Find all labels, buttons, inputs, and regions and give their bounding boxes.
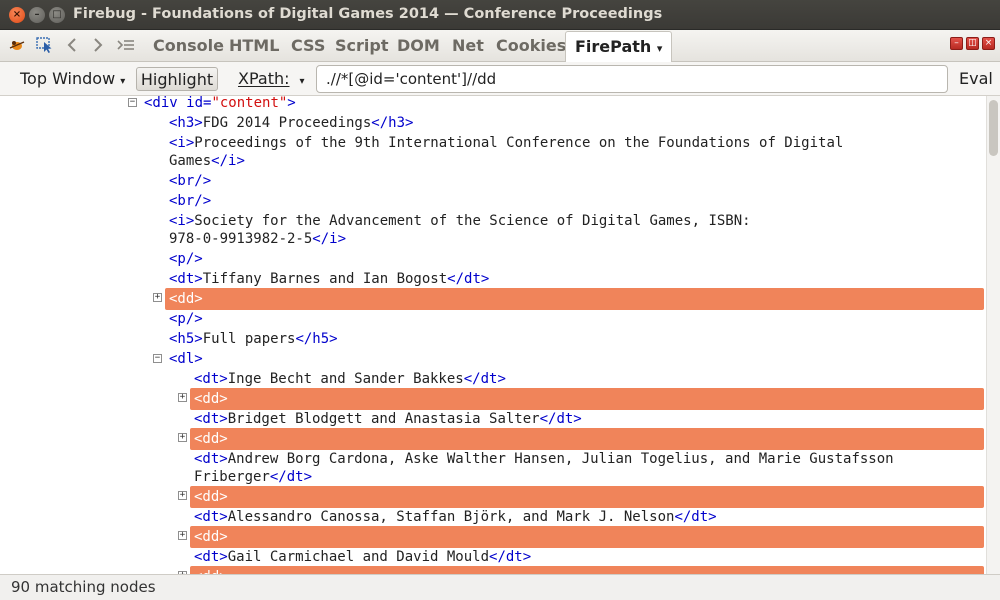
- window-titlebar: × – □ Firebug - Foundations of Digital G…: [0, 0, 1000, 30]
- minimize-firebug-icon[interactable]: –: [950, 37, 963, 50]
- vertical-scrollbar[interactable]: [986, 96, 1000, 574]
- tab-script[interactable]: Script: [335, 35, 388, 59]
- status-bar: 90 matching nodes: [0, 574, 1000, 600]
- chevron-down-icon: ▾: [656, 42, 663, 55]
- xpath-type-dropdown[interactable]: XPath: ▾: [238, 67, 305, 91]
- xpath-label: XPath:: [238, 69, 290, 88]
- expand-icon[interactable]: +: [178, 433, 187, 442]
- expand-icon[interactable]: +: [178, 531, 187, 540]
- tree-node-br[interactable]: <br/>: [169, 172, 211, 190]
- tree-node-dd-highlighted[interactable]: <dd>: [190, 428, 984, 450]
- expand-icon[interactable]: +: [178, 393, 187, 402]
- tree-node-dt[interactable]: <dt>Andrew Borg Cardona, Aske Walther Ha…: [194, 450, 894, 468]
- tree-node-dd-highlighted[interactable]: <dd>: [190, 388, 984, 410]
- xpath-input[interactable]: [316, 65, 948, 93]
- tree-node-dt-editors[interactable]: <dt>Tiffany Barnes and Ian Bogost</dt>: [169, 270, 489, 288]
- tree-node-dl[interactable]: <dl>: [169, 350, 203, 368]
- context-dropdown[interactable]: Top Window ▾: [20, 67, 125, 91]
- back-arrow-icon[interactable]: [64, 36, 80, 60]
- inspect-element-icon[interactable]: [36, 36, 54, 60]
- tab-net[interactable]: Net: [452, 35, 484, 59]
- firebug-toolbar: Console HTML CSS Script DOM Net Cookies …: [0, 30, 1000, 64]
- detach-firebug-icon[interactable]: ◫: [966, 37, 979, 50]
- collapse-icon[interactable]: −: [128, 98, 137, 107]
- tree-node-i-society-cont: 978-0-9913982-2-5</i>: [169, 231, 347, 247]
- tree-node-dt[interactable]: <dt>Bridget Blodgett and Anastasia Salte…: [194, 410, 582, 428]
- scrollbar-thumb[interactable]: [989, 100, 998, 156]
- window-maximize-button[interactable]: □: [49, 7, 65, 23]
- tab-css[interactable]: CSS: [291, 35, 325, 59]
- chevron-down-icon: ▾: [120, 76, 126, 87]
- command-line-icon[interactable]: [116, 36, 136, 60]
- tree-node-dd-highlighted[interactable]: <dd>: [190, 486, 984, 508]
- tree-node-dd-highlighted[interactable]: <dd>: [190, 526, 984, 548]
- tab-firepath-label: FirePath: [575, 37, 652, 56]
- tree-node-i-proceedings[interactable]: <i>Proceedings of the 9th International …: [169, 134, 843, 152]
- tree-node-dt[interactable]: <dt>Inge Becht and Sander Bakkes</dt>: [194, 370, 506, 388]
- firepath-toolbar: Top Window ▾ Highlight XPath: ▾ Eval: [0, 62, 1000, 96]
- tree-node-h3[interactable]: <h3>FDG 2014 Proceedings</h3>: [169, 114, 413, 132]
- tree-node-p[interactable]: <p/>: [169, 310, 203, 328]
- matching-nodes-count: 90 matching nodes: [11, 578, 156, 596]
- tree-node-dd-highlighted[interactable]: <dd>: [165, 288, 984, 310]
- collapse-icon[interactable]: −: [153, 354, 162, 363]
- dom-tree-panel[interactable]: − <div id="content"> <h3>FDG 2014 Procee…: [0, 96, 986, 574]
- tree-node-dt[interactable]: <dt>Gail Carmichael and David Mould</dt>: [194, 548, 531, 566]
- window-title: Firebug - Foundations of Digital Games 2…: [73, 6, 663, 22]
- tree-node-p[interactable]: <p/>: [169, 250, 203, 268]
- tab-cookies[interactable]: Cookies: [496, 35, 566, 59]
- tree-node-br[interactable]: <br/>: [169, 192, 211, 210]
- forward-arrow-icon[interactable]: [90, 36, 106, 60]
- tree-node-dt[interactable]: <dt>Alessandro Canossa, Staffan Björk, a…: [194, 508, 717, 526]
- tree-node-div-content[interactable]: <div id="content">: [144, 96, 296, 112]
- tree-node-dd-highlighted[interactable]: <dd>: [190, 566, 984, 574]
- tab-console[interactable]: Console: [153, 35, 224, 59]
- tree-node-h5[interactable]: <h5>Full papers</h5>: [169, 330, 338, 348]
- window-minimize-button[interactable]: –: [29, 7, 45, 23]
- expand-icon[interactable]: +: [178, 491, 187, 500]
- tree-node-i-society[interactable]: <i>Society for the Advancement of the Sc…: [169, 212, 751, 230]
- firebug-bug-icon[interactable]: [8, 36, 26, 60]
- expand-icon[interactable]: +: [153, 293, 162, 302]
- tab-html[interactable]: HTML: [229, 35, 279, 59]
- eval-button[interactable]: Eval: [959, 67, 993, 91]
- context-label: Top Window: [20, 69, 116, 88]
- tree-node-dt-cont: Friberger</dt>: [194, 469, 313, 485]
- tab-dom[interactable]: DOM: [397, 35, 440, 59]
- highlight-button[interactable]: Highlight: [136, 67, 218, 91]
- chevron-down-icon: ▾: [299, 76, 305, 87]
- tree-node-i-proceedings-cont: Games</i>: [169, 153, 245, 169]
- tab-firepath[interactable]: FirePath ▾: [565, 31, 673, 64]
- window-close-button[interactable]: ×: [9, 7, 25, 23]
- close-firebug-icon[interactable]: ×: [982, 37, 995, 50]
